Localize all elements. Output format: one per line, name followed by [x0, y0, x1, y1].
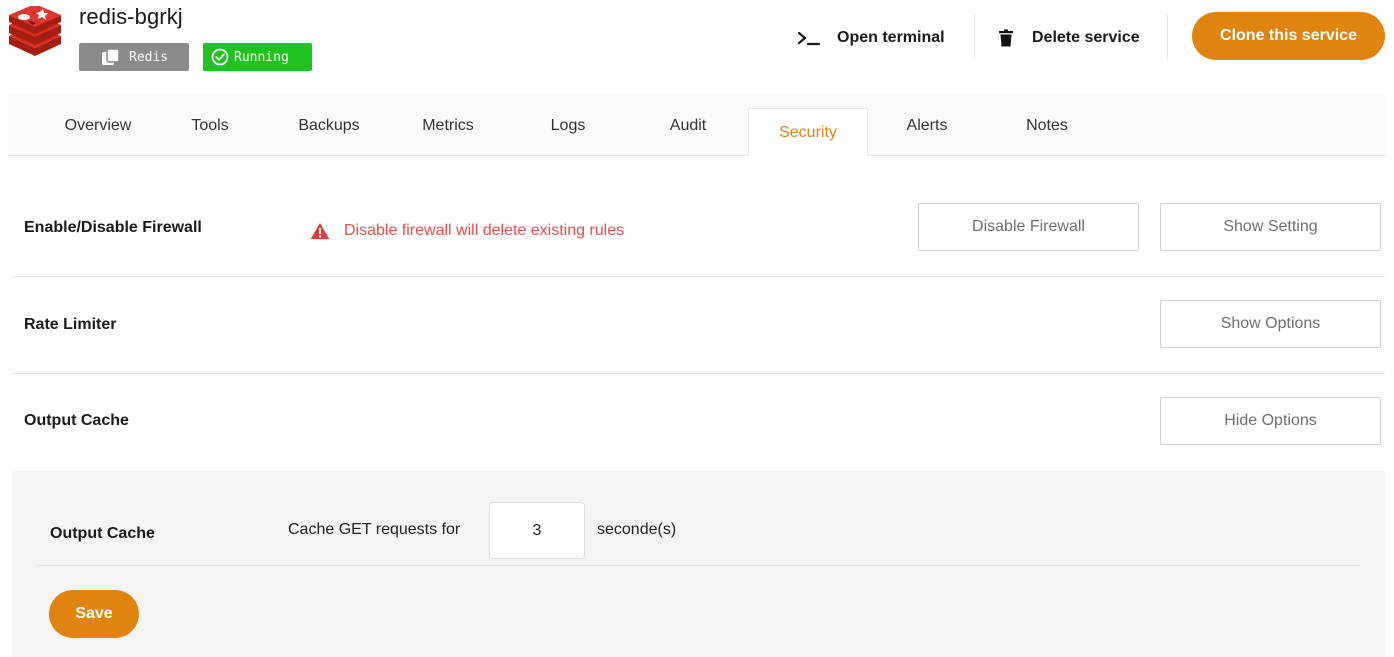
terminal-icon: [797, 31, 821, 46]
tab-logs[interactable]: Logs: [508, 95, 628, 156]
cache-seconds-input[interactable]: [489, 502, 585, 559]
redis-logo-icon: [9, 6, 61, 56]
output-cache-row: Output Cache Hide Options: [12, 374, 1385, 471]
rate-limiter-label: Rate Limiter: [24, 316, 117, 333]
open-terminal-label: Open terminal: [837, 29, 945, 46]
rate-limiter-row: Rate Limiter Show Options: [12, 277, 1385, 374]
service-type-badge: Redis: [79, 43, 189, 71]
copy-icon: [102, 48, 120, 65]
header-divider: [1167, 14, 1168, 60]
save-button[interactable]: Save: [49, 590, 139, 638]
tab-audit[interactable]: Audit: [628, 95, 748, 156]
check-circle-icon: [211, 48, 229, 66]
warning-icon: [310, 223, 330, 239]
tab-overview[interactable]: Overview: [38, 95, 158, 156]
firewall-warning: Disable firewall will delete existing ru…: [310, 222, 624, 240]
trash-icon: [999, 29, 1013, 47]
tab-metrics[interactable]: Metrics: [388, 95, 508, 156]
firewall-warning-text: Disable firewall will delete existing ru…: [344, 222, 625, 239]
service-tabs: Overview Tools Backups Metrics Logs Audi…: [8, 95, 1386, 157]
output-cache-options-panel: Output Cache Cache GET requests for seco…: [12, 471, 1385, 657]
service-name: redis-bgrkj: [79, 4, 183, 29]
delete-service-button[interactable]: Delete service: [998, 20, 1140, 56]
cache-duration-unit: seconde(s): [597, 521, 677, 538]
tab-security[interactable]: Security: [748, 108, 868, 157]
service-header: redis-bgrkj Redis Running Open terminal …: [0, 0, 1394, 92]
header-divider: [974, 14, 975, 60]
disable-firewall-button[interactable]: Disable Firewall: [918, 203, 1139, 251]
delete-service-label: Delete service: [1032, 29, 1140, 46]
open-terminal-button[interactable]: Open terminal: [797, 20, 945, 56]
tab-tools[interactable]: Tools: [150, 95, 270, 156]
firewall-row: Enable/Disable Firewall Disable firewall…: [12, 178, 1385, 277]
service-type-label: Redis: [129, 49, 169, 65]
firewall-label: Enable/Disable Firewall: [24, 219, 202, 236]
output-cache-label: Output Cache: [24, 412, 129, 429]
cache-duration-prefix: Cache GET requests for: [288, 521, 461, 538]
status-label: Running: [234, 49, 289, 65]
status-badge: Running: [203, 43, 312, 71]
output-cache-panel-label: Output Cache: [50, 525, 155, 542]
tab-backups[interactable]: Backups: [269, 95, 389, 156]
tab-alerts[interactable]: Alerts: [867, 95, 987, 156]
clone-service-button[interactable]: Clone this service: [1192, 12, 1385, 60]
panel-divider: [38, 565, 1361, 566]
tab-notes[interactable]: Notes: [987, 95, 1107, 156]
hide-options-button[interactable]: Hide Options: [1160, 397, 1381, 445]
show-options-button[interactable]: Show Options: [1160, 300, 1381, 348]
show-setting-button[interactable]: Show Setting: [1160, 203, 1381, 251]
